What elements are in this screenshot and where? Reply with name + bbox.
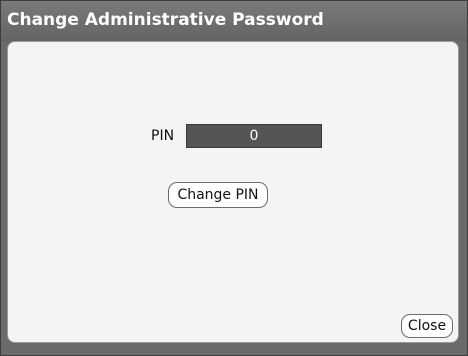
dialog-bottom-edge [1, 345, 467, 355]
pin-label: PIN [151, 128, 175, 144]
pin-input[interactable]: 0 [186, 124, 322, 148]
change-pin-button[interactable]: Change PIN [168, 182, 268, 208]
change-password-dialog: Change Administrative Password PIN 0 Cha… [0, 0, 468, 356]
dialog-content: PIN 0 Change PIN Close [7, 41, 459, 343]
close-button[interactable]: Close [401, 314, 453, 338]
dialog-titlebar: Change Administrative Password [1, 1, 467, 41]
dialog-title: Change Administrative Password [7, 10, 324, 30]
